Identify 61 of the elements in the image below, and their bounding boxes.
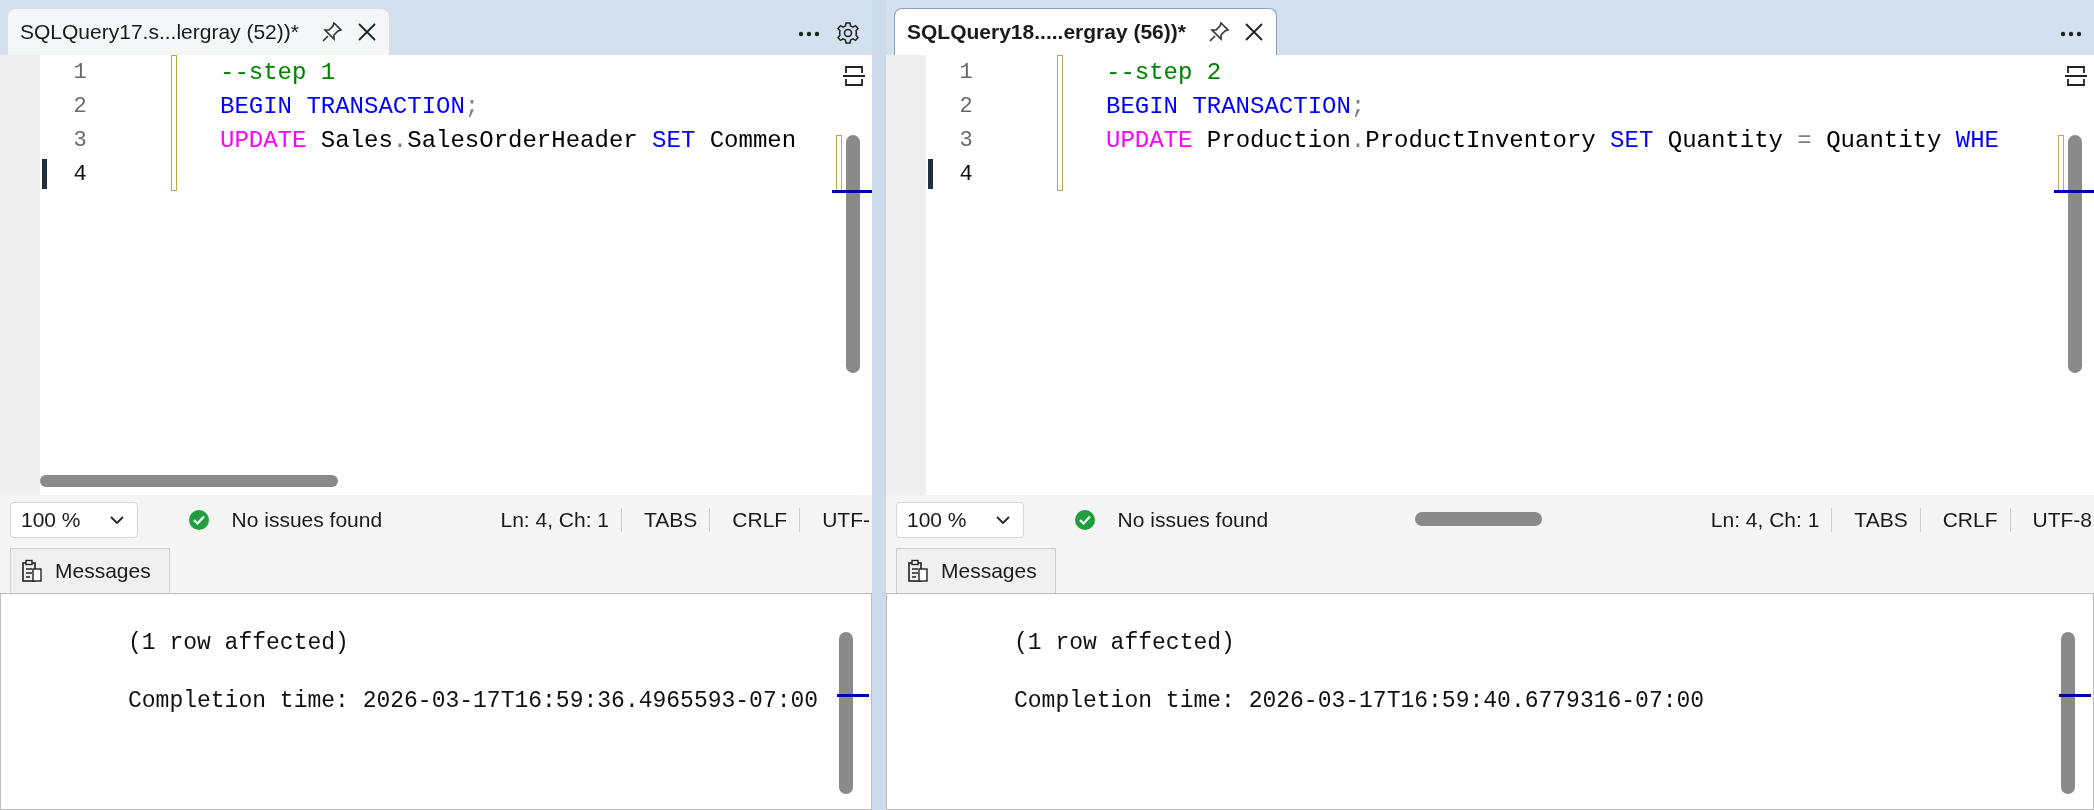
- messages-tab[interactable]: Messages: [896, 548, 1056, 593]
- message-text: Completion time: 2026-03-17T16:59:40.6779316-07:00: [1014, 688, 1705, 716]
- change-marker: [2058, 135, 2064, 191]
- line-number: 1: [959, 59, 973, 85]
- line-number: 3: [73, 127, 87, 153]
- close-icon[interactable]: [1243, 22, 1264, 42]
- cursor-position[interactable]: Ln: 4, Ch: 1: [488, 508, 623, 532]
- chevron-down-icon: [994, 515, 1011, 525]
- indent-mode[interactable]: TABS: [632, 508, 711, 532]
- line-ending[interactable]: CRLF: [1930, 508, 2011, 532]
- settings-icon[interactable]: [836, 21, 860, 45]
- message-text: (1 row affected): [1014, 630, 1235, 658]
- issues-status[interactable]: No issues found: [219, 508, 395, 532]
- split-icon[interactable]: [2064, 63, 2088, 89]
- split-icon[interactable]: [842, 63, 866, 89]
- indent-mode[interactable]: TABS: [1842, 508, 1921, 532]
- messages-tab[interactable]: Messages: [10, 548, 170, 593]
- document-tab[interactable]: SQLQuery18.....ergray (56))*: [894, 8, 1277, 55]
- line-number: 4: [959, 161, 973, 187]
- pin-icon[interactable]: [1207, 21, 1230, 43]
- line-number: 4: [73, 161, 87, 187]
- zoom-dropdown[interactable]: 100 %: [10, 502, 138, 538]
- code-line: --step 1: [220, 58, 336, 86]
- scroll-position-marker: [2059, 694, 2091, 697]
- line-ending[interactable]: CRLF: [720, 508, 801, 532]
- code-line: BEGIN TRANSACTION;: [1106, 92, 1366, 120]
- code-line: --step 2: [1106, 58, 1222, 86]
- close-icon[interactable]: [356, 22, 377, 42]
- pin-icon[interactable]: [320, 21, 343, 43]
- cursor-position[interactable]: Ln: 4, Ch: 1: [1698, 508, 1833, 532]
- encoding[interactable]: UTF-: [810, 508, 872, 532]
- clipboard-icon: [21, 559, 43, 583]
- vertical-scrollbar-thumb[interactable]: [839, 632, 853, 794]
- scroll-position-marker: [837, 694, 869, 697]
- scroll-position-marker: [832, 190, 872, 193]
- horizontal-scrollbar-thumb[interactable]: [1415, 512, 1542, 526]
- vertical-scrollbar-thumb[interactable]: [846, 135, 860, 373]
- change-marker: [836, 135, 842, 191]
- more-icon[interactable]: [798, 31, 820, 37]
- code-line: UPDATE Sales.SalesOrderHeader SET Commen: [220, 126, 797, 154]
- clipboard-icon: [907, 559, 929, 583]
- line-number: 1: [73, 59, 87, 85]
- issues-status[interactable]: No issues found: [1105, 508, 1281, 532]
- vertical-scrollbar-thumb[interactable]: [2061, 632, 2075, 794]
- line-number: 2: [73, 93, 87, 119]
- vertical-scrollbar-thumb[interactable]: [2068, 135, 2082, 373]
- check-circle-icon: [1073, 509, 1096, 531]
- horizontal-scrollbar-thumb[interactable]: [40, 475, 338, 487]
- message-text: (1 row affected): [128, 630, 349, 658]
- more-icon[interactable]: [2060, 31, 2082, 37]
- line-number: 3: [959, 127, 973, 153]
- check-circle-icon: [187, 509, 210, 531]
- message-text: Completion time: 2026-03-17T16:59:36.4965593-07:00: [128, 688, 819, 716]
- chevron-down-icon: [108, 515, 125, 525]
- code-line: BEGIN TRANSACTION;: [220, 92, 480, 120]
- scroll-position-marker: [2054, 190, 2094, 193]
- document-tab[interactable]: SQLQuery17.s...lergray (52))*: [8, 9, 389, 55]
- line-number: 2: [959, 93, 973, 119]
- code-line: UPDATE Production.ProductInventory SET Quantity = Quantity WHE: [1106, 126, 1999, 154]
- zoom-dropdown[interactable]: 100 %: [896, 502, 1024, 538]
- encoding[interactable]: UTF-8: [2020, 508, 2094, 532]
